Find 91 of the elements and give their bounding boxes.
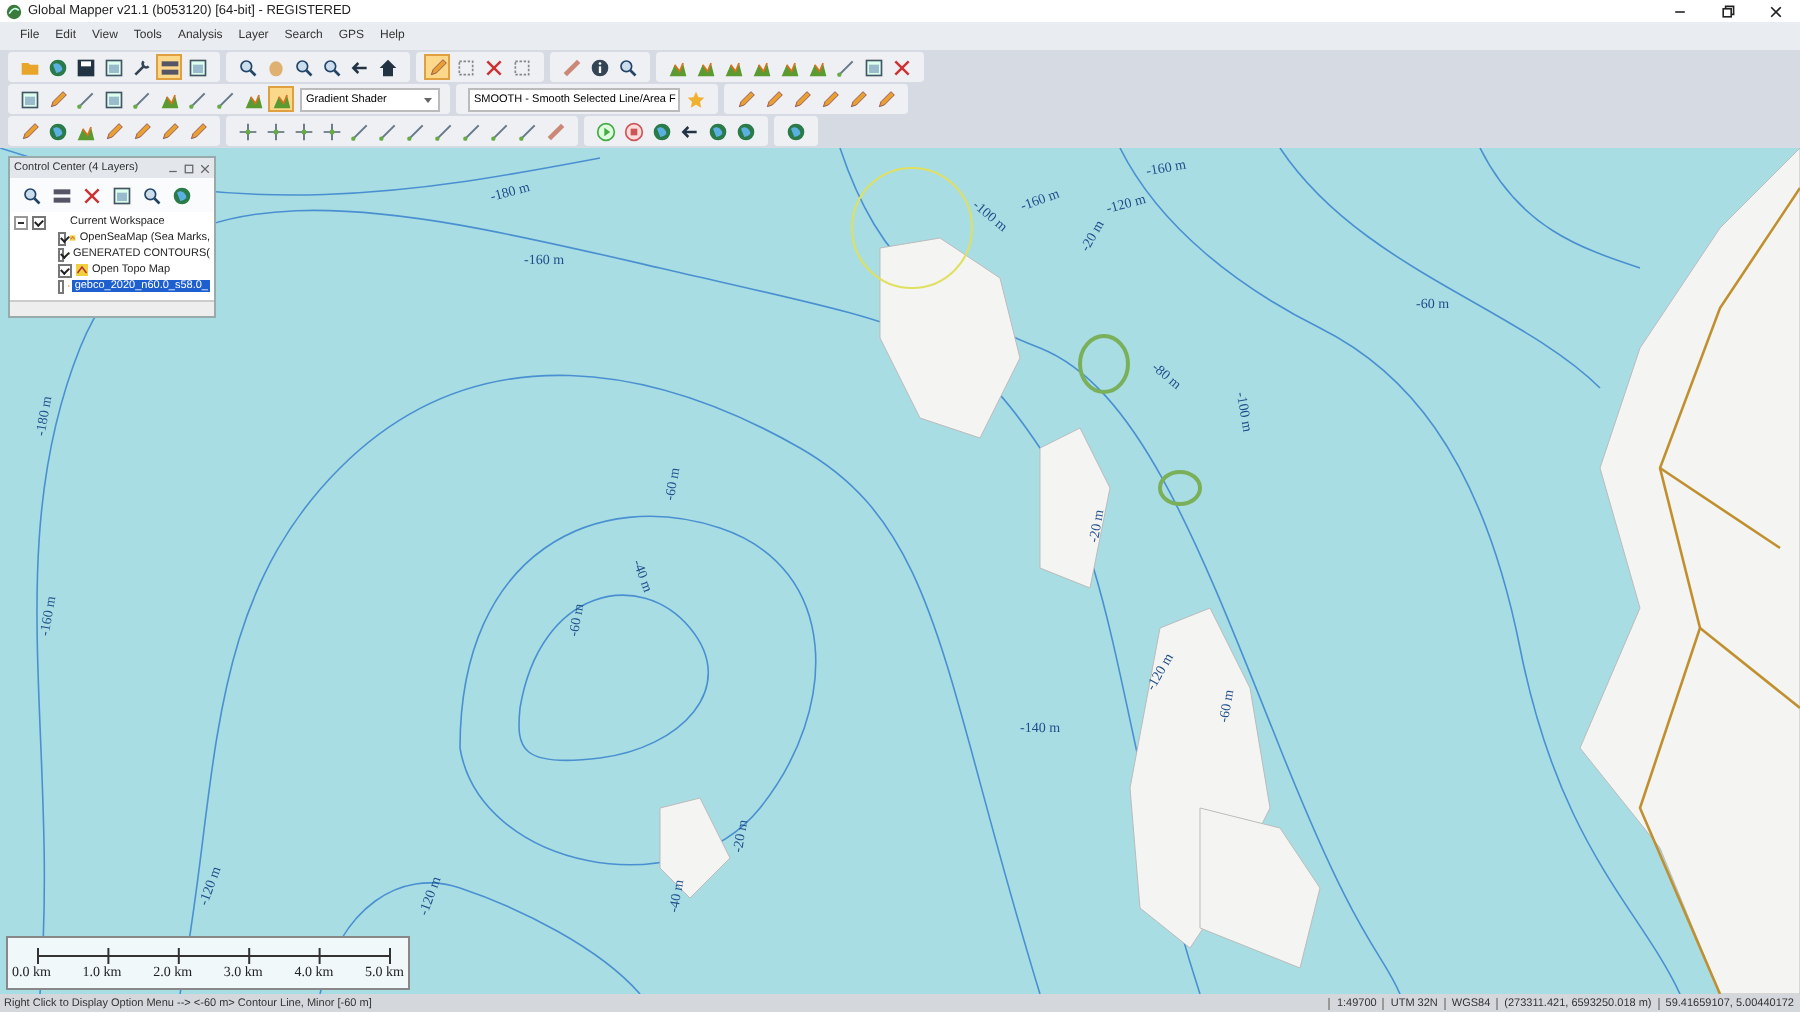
tool-button[interactable] (374, 54, 400, 80)
globe-icon (651, 121, 671, 141)
node-icon (293, 121, 313, 141)
wrench-icon (131, 57, 151, 77)
line-icon (461, 121, 481, 141)
line-icon (187, 89, 207, 109)
line-icon (489, 121, 509, 141)
line-icon (835, 57, 855, 77)
terrain-icon (807, 57, 827, 77)
tool-button[interactable] (614, 54, 640, 80)
line-icon (517, 121, 537, 141)
terrain-icon (779, 57, 799, 77)
terrain-icon (75, 121, 95, 141)
dropdown-arrow-icon (422, 93, 434, 105)
home-icon (377, 57, 397, 77)
node-icon (237, 121, 257, 141)
folder-icon (19, 57, 39, 77)
globe-icon (785, 121, 805, 141)
cross-icon (891, 57, 911, 77)
pencil-icon (427, 57, 447, 77)
window-icon (863, 57, 883, 77)
ruler-icon (561, 57, 581, 77)
terrain-icon (723, 57, 743, 77)
stop-icon (623, 121, 643, 141)
tool-button[interactable] (290, 54, 316, 80)
checkbox[interactable] (58, 231, 67, 245)
panel-tool-button[interactable] (168, 182, 194, 208)
line-icon (75, 89, 95, 109)
globe-icon (707, 121, 727, 141)
terrain-icon (271, 89, 291, 109)
tool-button[interactable] (100, 86, 126, 112)
checkbox[interactable] (58, 263, 72, 277)
selection-icon (455, 57, 475, 77)
play-icon (595, 121, 615, 141)
line-icon (405, 121, 425, 141)
globe-icon (171, 185, 191, 205)
close-icon[interactable] (1768, 3, 1784, 19)
line-icon (131, 89, 151, 109)
layers-icon (159, 57, 179, 77)
tool-button[interactable] (234, 54, 260, 80)
cross-icon (81, 185, 101, 205)
line-icon (433, 121, 453, 141)
panel-tool-button[interactable] (108, 182, 134, 208)
terrain-icon (243, 89, 263, 109)
tool-button[interactable] (72, 54, 98, 80)
layers-icon (51, 185, 71, 205)
panel-tool-button[interactable] (138, 182, 164, 208)
magnifier-icon (293, 57, 313, 77)
line-icon (349, 121, 369, 141)
window-icon (111, 185, 131, 205)
node-icon (321, 121, 341, 141)
star-icon (685, 89, 705, 109)
magnifier-icon (321, 57, 341, 77)
terrain-icon (695, 57, 715, 77)
ruler-icon (545, 121, 565, 141)
tool-button[interactable] (100, 54, 126, 80)
globe-icon (47, 121, 67, 141)
restore-icon[interactable] (1720, 3, 1736, 19)
tool-button[interactable] (318, 54, 344, 80)
save-icon (75, 57, 95, 77)
cross-icon (483, 57, 503, 77)
window-icon (19, 89, 39, 109)
globe-icon (47, 57, 67, 77)
terrain-icon (751, 57, 771, 77)
arrow-icon (349, 57, 369, 77)
magnifier-icon (237, 57, 257, 77)
magnifier-icon (21, 185, 41, 205)
maximize-icon[interactable] (184, 163, 194, 173)
terrain-icon (159, 89, 179, 109)
info-icon (589, 57, 609, 77)
collapse-toggle[interactable] (14, 215, 28, 229)
checkbox[interactable] (58, 279, 64, 293)
selection-icon (511, 57, 531, 77)
window-icon (187, 57, 207, 77)
checkbox[interactable] (32, 215, 46, 229)
globe-icon (735, 121, 755, 141)
checkbox[interactable] (58, 247, 64, 261)
tool-button[interactable] (586, 54, 612, 80)
tool-button[interactable] (860, 54, 886, 80)
magnifier-icon (617, 57, 637, 77)
horizontal-scrollbar[interactable] (10, 300, 214, 316)
node-icon (265, 121, 285, 141)
arrow-icon (679, 121, 699, 141)
line-icon (377, 121, 397, 141)
panel-tool-button[interactable] (18, 182, 44, 208)
tool-button[interactable] (16, 86, 42, 112)
tool-button[interactable] (184, 54, 210, 80)
line-icon (215, 89, 235, 109)
app-logo-icon (6, 3, 22, 19)
magnifier-icon (141, 185, 161, 205)
terrain-icon (667, 57, 687, 77)
